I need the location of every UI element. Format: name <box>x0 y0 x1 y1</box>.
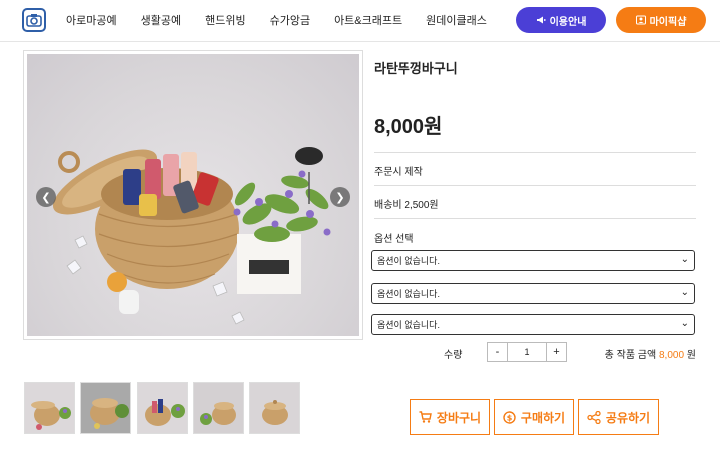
made-to-order-text: 주문시 제작 <box>374 167 423 178</box>
header: 아로마공예 생활공예 핸드위빙 슈가앙금 아트&크래프트 원데이클래스 이용안내… <box>0 0 720 42</box>
share-button-label: 공유하기 <box>605 410 651 425</box>
thumbnail-3[interactable] <box>137 382 188 434</box>
thumbnail-1[interactable] <box>24 382 75 434</box>
nav-item-aroma[interactable]: 아로마공예 <box>66 12 117 28</box>
option-select-value: 옵션이 없습니다. <box>377 320 440 330</box>
option-select-1[interactable]: 옵션이 없습니다. ⌄ <box>371 250 695 271</box>
chevron-right-icon: ❯ <box>335 191 345 204</box>
thumbnail-4[interactable] <box>193 382 244 434</box>
prev-image-button[interactable]: ❮ <box>36 187 56 207</box>
product-price: 8,000원 <box>374 116 443 138</box>
thumbnail-2[interactable] <box>80 382 131 434</box>
chevron-down-icon: ⌄ <box>680 287 689 298</box>
thumbnail-image <box>138 383 187 433</box>
cart-button[interactable]: 장바구니 <box>410 399 490 435</box>
chevron-left-icon: ❮ <box>41 191 51 204</box>
mypage-button[interactable]: 마이픽샵 <box>616 7 706 33</box>
user-card-icon <box>635 15 646 25</box>
product-title: 라탄뚜껑바구니 <box>374 61 458 76</box>
shipping-fee-text: 배송비 2,500원 <box>374 200 439 211</box>
share-icon <box>587 410 601 424</box>
cart-icon <box>419 411 432 423</box>
option-select-3[interactable]: 옵션이 없습니다. ⌄ <box>371 314 695 335</box>
total-unit: 원 <box>686 350 696 361</box>
option-select-value: 옵션이 없습니다. <box>377 289 440 299</box>
divider <box>374 218 696 219</box>
total-amount: 총 작품 금액 8,000 원 <box>605 346 696 361</box>
divider <box>374 185 696 186</box>
guide-button[interactable]: 이용안내 <box>516 7 606 33</box>
nav-item-living[interactable]: 생활공예 <box>141 12 181 28</box>
share-button[interactable]: 공유하기 <box>578 399 659 435</box>
quantity-increase-button[interactable]: + <box>546 343 566 361</box>
coin-icon: $ <box>503 410 516 424</box>
thumbnail-5[interactable] <box>249 382 300 434</box>
thumbnail-image <box>250 383 299 433</box>
thumbnail-image <box>81 383 130 433</box>
thumbnail-image <box>25 383 74 433</box>
total-value: 8,000 <box>658 350 685 361</box>
svg-text:$: $ <box>507 413 513 422</box>
buy-button[interactable]: $ 구매하기 <box>494 399 574 435</box>
divider <box>374 152 696 153</box>
main-nav: 아로마공예 생활공예 핸드위빙 슈가앙금 아트&크래프트 원데이클래스 <box>66 0 511 40</box>
chevron-down-icon: ⌄ <box>680 318 689 329</box>
quantity-decrease-button[interactable]: - <box>488 343 508 361</box>
chevron-down-icon: ⌄ <box>680 254 689 265</box>
guide-button-label: 이용안내 <box>549 16 587 28</box>
rattan-basket-illustration <box>52 147 331 325</box>
nav-item-oneday[interactable]: 원데이클래스 <box>426 12 487 28</box>
next-image-button[interactable]: ❯ <box>330 187 350 207</box>
quantity-label: 수량 <box>444 350 463 361</box>
option-select-2[interactable]: 옵션이 없습니다. ⌄ <box>371 283 695 304</box>
product-main-image: ❮ ❯ <box>23 50 363 340</box>
product-photo: ❮ ❯ <box>27 54 359 336</box>
mypage-button-label: 마이픽샵 <box>649 16 687 28</box>
thumbnail-image <box>194 383 243 433</box>
total-label: 총 작품 금액 <box>604 350 657 361</box>
quantity-stepper: - 1 + <box>487 342 567 362</box>
option-select-value: 옵션이 없습니다. <box>377 256 440 266</box>
nav-item-weaving[interactable]: 핸드위빙 <box>205 12 245 28</box>
quantity-input[interactable]: 1 <box>508 343 546 361</box>
logo[interactable] <box>22 8 46 32</box>
nav-item-art-craft[interactable]: 아트&크래프트 <box>334 12 402 28</box>
camera-logo-icon <box>26 14 42 27</box>
megaphone-icon <box>536 16 546 24</box>
nav-item-sugar[interactable]: 슈가앙금 <box>270 12 310 28</box>
buy-button-label: 구매하기 <box>520 410 566 425</box>
cart-button-label: 장바구니 <box>436 410 482 425</box>
option-label: 옵션 선택 <box>374 234 414 245</box>
